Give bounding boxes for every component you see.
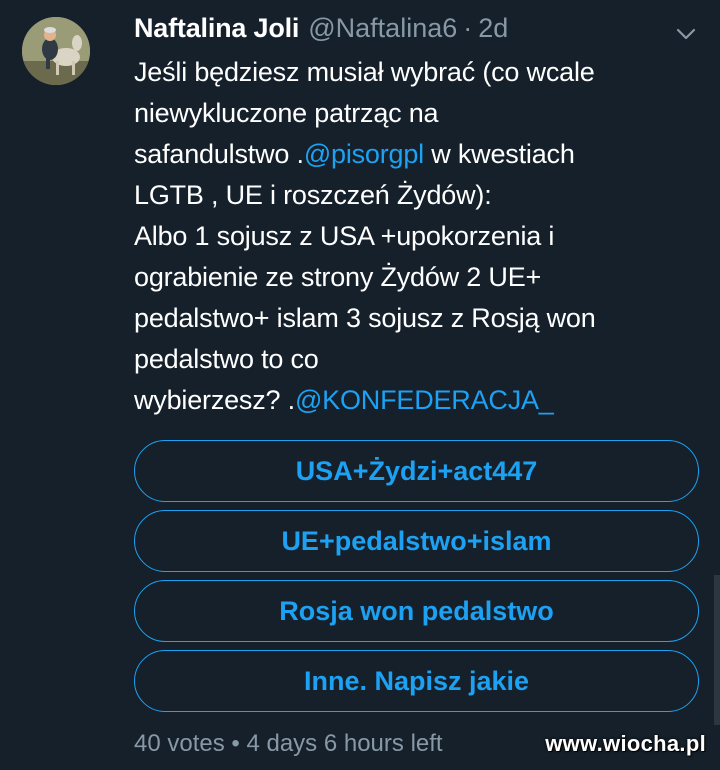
poll-meta: 40 votes • 4 days 6 hours left	[134, 730, 443, 757]
poll: USA+Żydzi+act447 UE+pedalstwo+islam Rosj…	[134, 440, 699, 720]
chevron-down-icon[interactable]	[674, 22, 698, 46]
avatar[interactable]	[22, 17, 90, 85]
mention-link[interactable]: @KONFEDERACJA_	[295, 385, 554, 415]
tweet-text-line: safandulstwo .@pisorgpl w kwestiach	[134, 134, 704, 175]
author-display-name[interactable]: Naftalina Joli	[134, 10, 299, 46]
scrollbar[interactable]	[714, 575, 720, 725]
tweet-text-line: wybierzesz? .@KONFEDERACJA_	[134, 380, 704, 421]
poll-option-2[interactable]: UE+pedalstwo+islam	[134, 510, 699, 572]
mention-link[interactable]: @pisorgpl	[304, 139, 424, 169]
tweet-text-segment: wybierzesz? .	[134, 385, 295, 415]
watermark: www.wiocha.pl	[545, 731, 706, 756]
tweet-text-line: LGTB , UE i roszczeń Żydów):	[134, 180, 492, 210]
poll-option-4[interactable]: Inne. Napisz jakie	[134, 650, 699, 712]
tweet-text-segment: safandulstwo .	[134, 139, 304, 169]
tweet-text-line: Jeśli będziesz musiał wybrać (co wcale	[134, 57, 595, 87]
poll-option-1[interactable]: USA+Żydzi+act447	[134, 440, 699, 502]
poll-option-3[interactable]: Rosja won pedalstwo	[134, 580, 699, 642]
tweet-text-line: niewykluczone patrząc na	[134, 98, 439, 128]
tweet[interactable]: Naftalina Joli @Naftalina6 · 2d Jeśli bę…	[0, 0, 720, 770]
tweet-body: Jeśli będziesz musiał wybrać (co wcale n…	[134, 52, 704, 421]
tweet-text-segment: w kwestiach	[423, 139, 575, 169]
tweet-text-line: pedalstwo to co	[134, 344, 319, 374]
avatar-image	[22, 17, 90, 85]
tweet-text-line: pedalstwo+ islam 3 sojusz z Rosją won	[134, 303, 596, 333]
header-separator: ·	[463, 13, 473, 43]
tweet-timestamp[interactable]: 2d	[478, 10, 508, 46]
tweet-header: Naftalina Joli @Naftalina6 · 2d	[134, 10, 508, 46]
author-handle[interactable]: @Naftalina6	[308, 10, 457, 46]
tweet-text-line: Albo 1 sojusz z USA +upokorzenia i	[134, 221, 555, 251]
tweet-text-line: ograbienie ze strony Żydów 2 UE+	[134, 262, 542, 292]
